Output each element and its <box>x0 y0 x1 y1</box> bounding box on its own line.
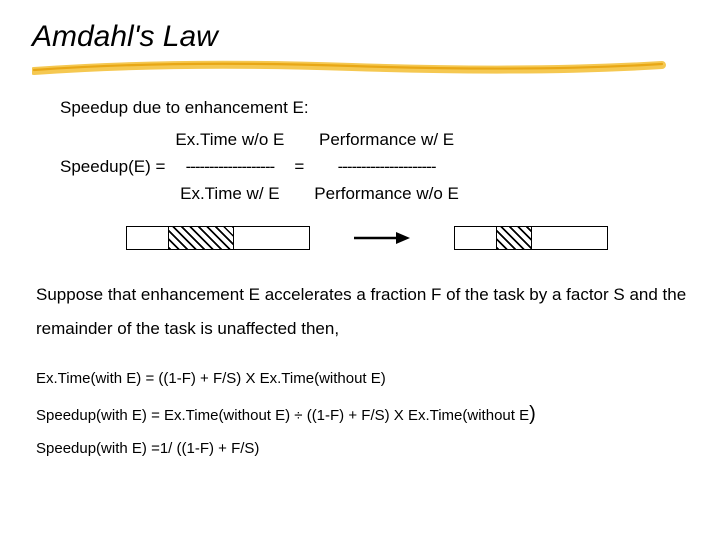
explanation-paragraph: Suppose that enhancement E accelerates a… <box>32 278 688 346</box>
bar-before-seg3 <box>234 227 309 249</box>
diagram-row <box>32 226 688 250</box>
bar-after-seg3 <box>532 227 607 249</box>
frac-time-divider: ------------------- <box>186 153 275 180</box>
speedup-formula: Speedup(E) = Ex.Time w/o E -------------… <box>32 126 688 208</box>
bar-before-seg2-hatched <box>169 227 234 249</box>
bar-after-seg1 <box>455 227 497 249</box>
slide-title: Amdahl's Law <box>32 20 688 54</box>
frac-time-bot: Ex.Time w/ E <box>180 180 280 207</box>
equation-speedup-full: Speedup(with E) = Ex.Time(without E) ÷ (… <box>32 394 688 434</box>
equation-extime: Ex.Time(with E) = ((1-F) + F/S) X Ex.Tim… <box>32 364 688 394</box>
slide: Amdahl's Law Speedup due to enhancement … <box>0 0 720 540</box>
bar-after-seg2-hatched <box>497 227 532 249</box>
frac-perf-top: Performance w/ E <box>319 126 454 153</box>
frac-time-top: Ex.Time w/o E <box>175 126 284 153</box>
equation-speedup-full-a: Speedup(with E) = Ex.Time(without E) ÷ (… <box>36 407 529 424</box>
bar-before <box>126 226 310 250</box>
frac-perf-divider: --------------------- <box>338 153 436 180</box>
fraction-perf: Performance w/ E --------------------- P… <box>314 126 459 208</box>
subtitle: Speedup due to enhancement E: <box>32 98 688 118</box>
equation-speedup-simplified: Speedup(with E) =1/ ((1-F) + F/S) <box>32 434 688 464</box>
title-underline <box>32 56 672 76</box>
arrow-icon <box>352 230 412 246</box>
formula-lhs: Speedup(E) = <box>60 157 165 177</box>
bar-before-seg1 <box>127 227 169 249</box>
formula-equals: = <box>294 157 304 177</box>
frac-perf-bot: Performance w/o E <box>314 180 459 207</box>
bar-after <box>454 226 608 250</box>
fraction-time: Ex.Time w/o E ------------------- Ex.Tim… <box>175 126 284 208</box>
equation-speedup-full-paren: ) <box>529 403 536 425</box>
